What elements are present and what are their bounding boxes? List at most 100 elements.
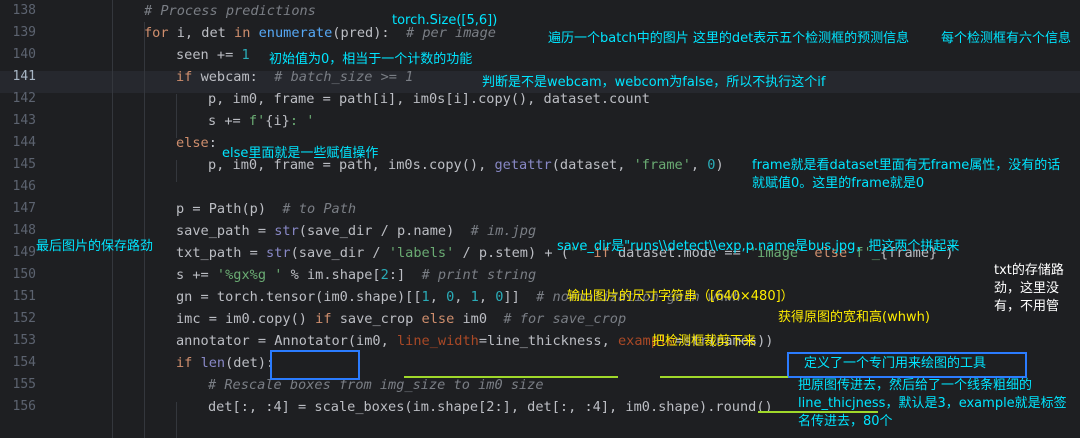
line-number: 145: [12, 157, 36, 172]
code-token: gn = torch.tensor(im0.shape)[[: [176, 289, 422, 305]
code-token: s +=: [176, 267, 217, 283]
line-number: 144: [12, 135, 36, 150]
code-token: for: [144, 25, 177, 41]
line-number: 151: [12, 289, 36, 304]
code-token: getattr: [494, 157, 552, 173]
code-token: save_crop: [339, 311, 422, 327]
code-token: ,: [478, 289, 496, 305]
code-token: {i}: [265, 113, 290, 129]
code-token: # Rescale boxes from img_size to im0 siz…: [208, 377, 544, 393]
annotation-txt-path: txt的存储路劲，这里没有，不用管: [994, 263, 1064, 314]
code-token: s +=: [208, 113, 249, 129]
example-underline: [660, 376, 788, 378]
code-token: : ': [289, 113, 315, 129]
code-token: (dataset,: [551, 157, 634, 173]
code-line[interactable]: if len(det):: [176, 352, 274, 374]
code-token: if: [176, 355, 201, 371]
code-token: ,: [454, 289, 471, 305]
code-token: if: [315, 311, 340, 327]
line-number: 138: [12, 3, 36, 18]
code-token: # to Path: [282, 201, 357, 217]
code-token: line_width: [396, 333, 479, 349]
code-token: 1: [421, 289, 430, 305]
code-line[interactable]: else:: [176, 132, 217, 154]
code-token: webcam:: [200, 69, 275, 85]
code-token: 'labels': [388, 245, 455, 261]
annotation-print-size: 输出图片的尺寸字符串（[640×480]）: [567, 289, 794, 304]
code-token: ,: [429, 289, 447, 305]
line-number: 153: [12, 333, 36, 348]
code-token: str: [266, 245, 291, 261]
annotation-webcam-check: 判断是不是webcam，webcom为false，所以不执行这个if: [482, 75, 826, 90]
code-token: if: [176, 69, 201, 85]
code-token: annotator = Annotator(im0,: [176, 333, 397, 349]
annotation-frame-attr: frame就是看dataset里面有无frame属性，没有的话就赋值0。这里的f…: [752, 158, 1061, 191]
code-token: # Process predictions: [144, 3, 316, 19]
indent-guide: [176, 402, 177, 438]
code-token: det[:, :4] = scale_boxes(im.shape[2:], d…: [208, 399, 773, 415]
code-token: =line_thickness,: [478, 333, 618, 349]
code-token: txt_path =: [176, 245, 267, 261]
annotation-six-info: 每个检测框有六个信息: [940, 31, 1071, 46]
code-token: 2: [380, 267, 389, 283]
code-line[interactable]: seen += 1: [176, 44, 250, 66]
code-token: :: [208, 135, 217, 151]
code-line[interactable]: # Process predictions: [144, 0, 316, 22]
line-number: 147: [12, 201, 36, 216]
line-number: 139: [12, 25, 36, 40]
line-number: 156: [12, 399, 36, 414]
code-line[interactable]: imc = im0.copy() if save_crop else im0 #…: [176, 308, 626, 330]
code-token: f': [248, 113, 266, 129]
annotation-else-assign: else里面就是一些赋值操作: [222, 146, 379, 161]
annotation-crop: 把检测框裁剪下来: [652, 334, 757, 349]
code-token: p, im0, frame = path[i], im0s[i].copy(),…: [208, 91, 650, 107]
code-token: / p.stem) + (: [454, 245, 569, 261]
code-token: ): [715, 157, 724, 173]
code-token: save_path =: [176, 223, 275, 239]
annotation-torch-size: torch.Size([5,6]): [392, 13, 498, 28]
line-number: 148: [12, 223, 36, 238]
line-number: 146: [12, 179, 36, 194]
code-line[interactable]: s += f'{i}: ': [208, 110, 314, 132]
line-number: 154: [12, 355, 36, 370]
code-token: in: [234, 25, 259, 41]
code-token: else: [421, 311, 463, 327]
annotation-save-path-label: 最后图片的保存路劲: [36, 239, 154, 254]
annotation-loop-batch: 遍历一个batch中的图片 这里的det表示五个检测框的预测信息: [548, 31, 910, 46]
code-token: else: [176, 135, 209, 151]
code-token: (save_dir /: [290, 245, 389, 261]
code-token: :]: [388, 267, 422, 283]
code-token: enumerate: [258, 25, 333, 41]
code-token: len: [200, 355, 226, 371]
code-token: # im.jpg: [470, 223, 537, 239]
code-token: (det):: [225, 355, 275, 371]
line-number: 142: [12, 91, 36, 106]
indent-guide: [176, 160, 177, 182]
code-token: # for save_crop: [503, 311, 627, 327]
code-token: % im.shape[: [282, 267, 381, 283]
code-token: str: [274, 223, 299, 239]
code-line[interactable]: p = Path(p) # to Path: [176, 198, 356, 220]
line-number: 150: [12, 267, 36, 282]
code-line[interactable]: if webcam: # batch_size >= 1: [176, 66, 413, 88]
line-number: 143: [12, 113, 36, 128]
line-number: 155: [12, 377, 36, 392]
code-line[interactable]: s += '%gx%g ' % im.shape[2:] # print str…: [176, 264, 536, 286]
indent-guide: [144, 22, 145, 438]
code-token: seen +=: [176, 47, 242, 63]
code-token: im0: [462, 311, 504, 327]
code-token: ]]: [503, 289, 537, 305]
code-token: p = Path(p): [176, 201, 283, 217]
code-line[interactable]: det[:, :4] = scale_boxes(im.shape[2:], d…: [208, 396, 773, 418]
annotator-highlight-box: [270, 350, 360, 380]
code-token: i, det: [176, 25, 235, 41]
line-number: 152: [12, 311, 36, 326]
line-width-underline: [404, 376, 618, 378]
line-number: 141: [12, 69, 36, 84]
annotation-annotator-tool: 定义了一个专门用来绘图的工具: [804, 356, 987, 371]
code-token: 'frame': [633, 157, 691, 173]
code-line[interactable]: save_path = str(save_dir / p.name) # im.…: [176, 220, 536, 242]
annotation-annotator-detail: 把原图传进去，然后给了一个线条粗细的line_thicjness，默认是3，ex…: [798, 378, 1067, 429]
code-token: imc = im0.copy(): [176, 311, 316, 327]
annotation-seen-init: 初始值为0，相当于一个计数的功能: [269, 52, 473, 67]
